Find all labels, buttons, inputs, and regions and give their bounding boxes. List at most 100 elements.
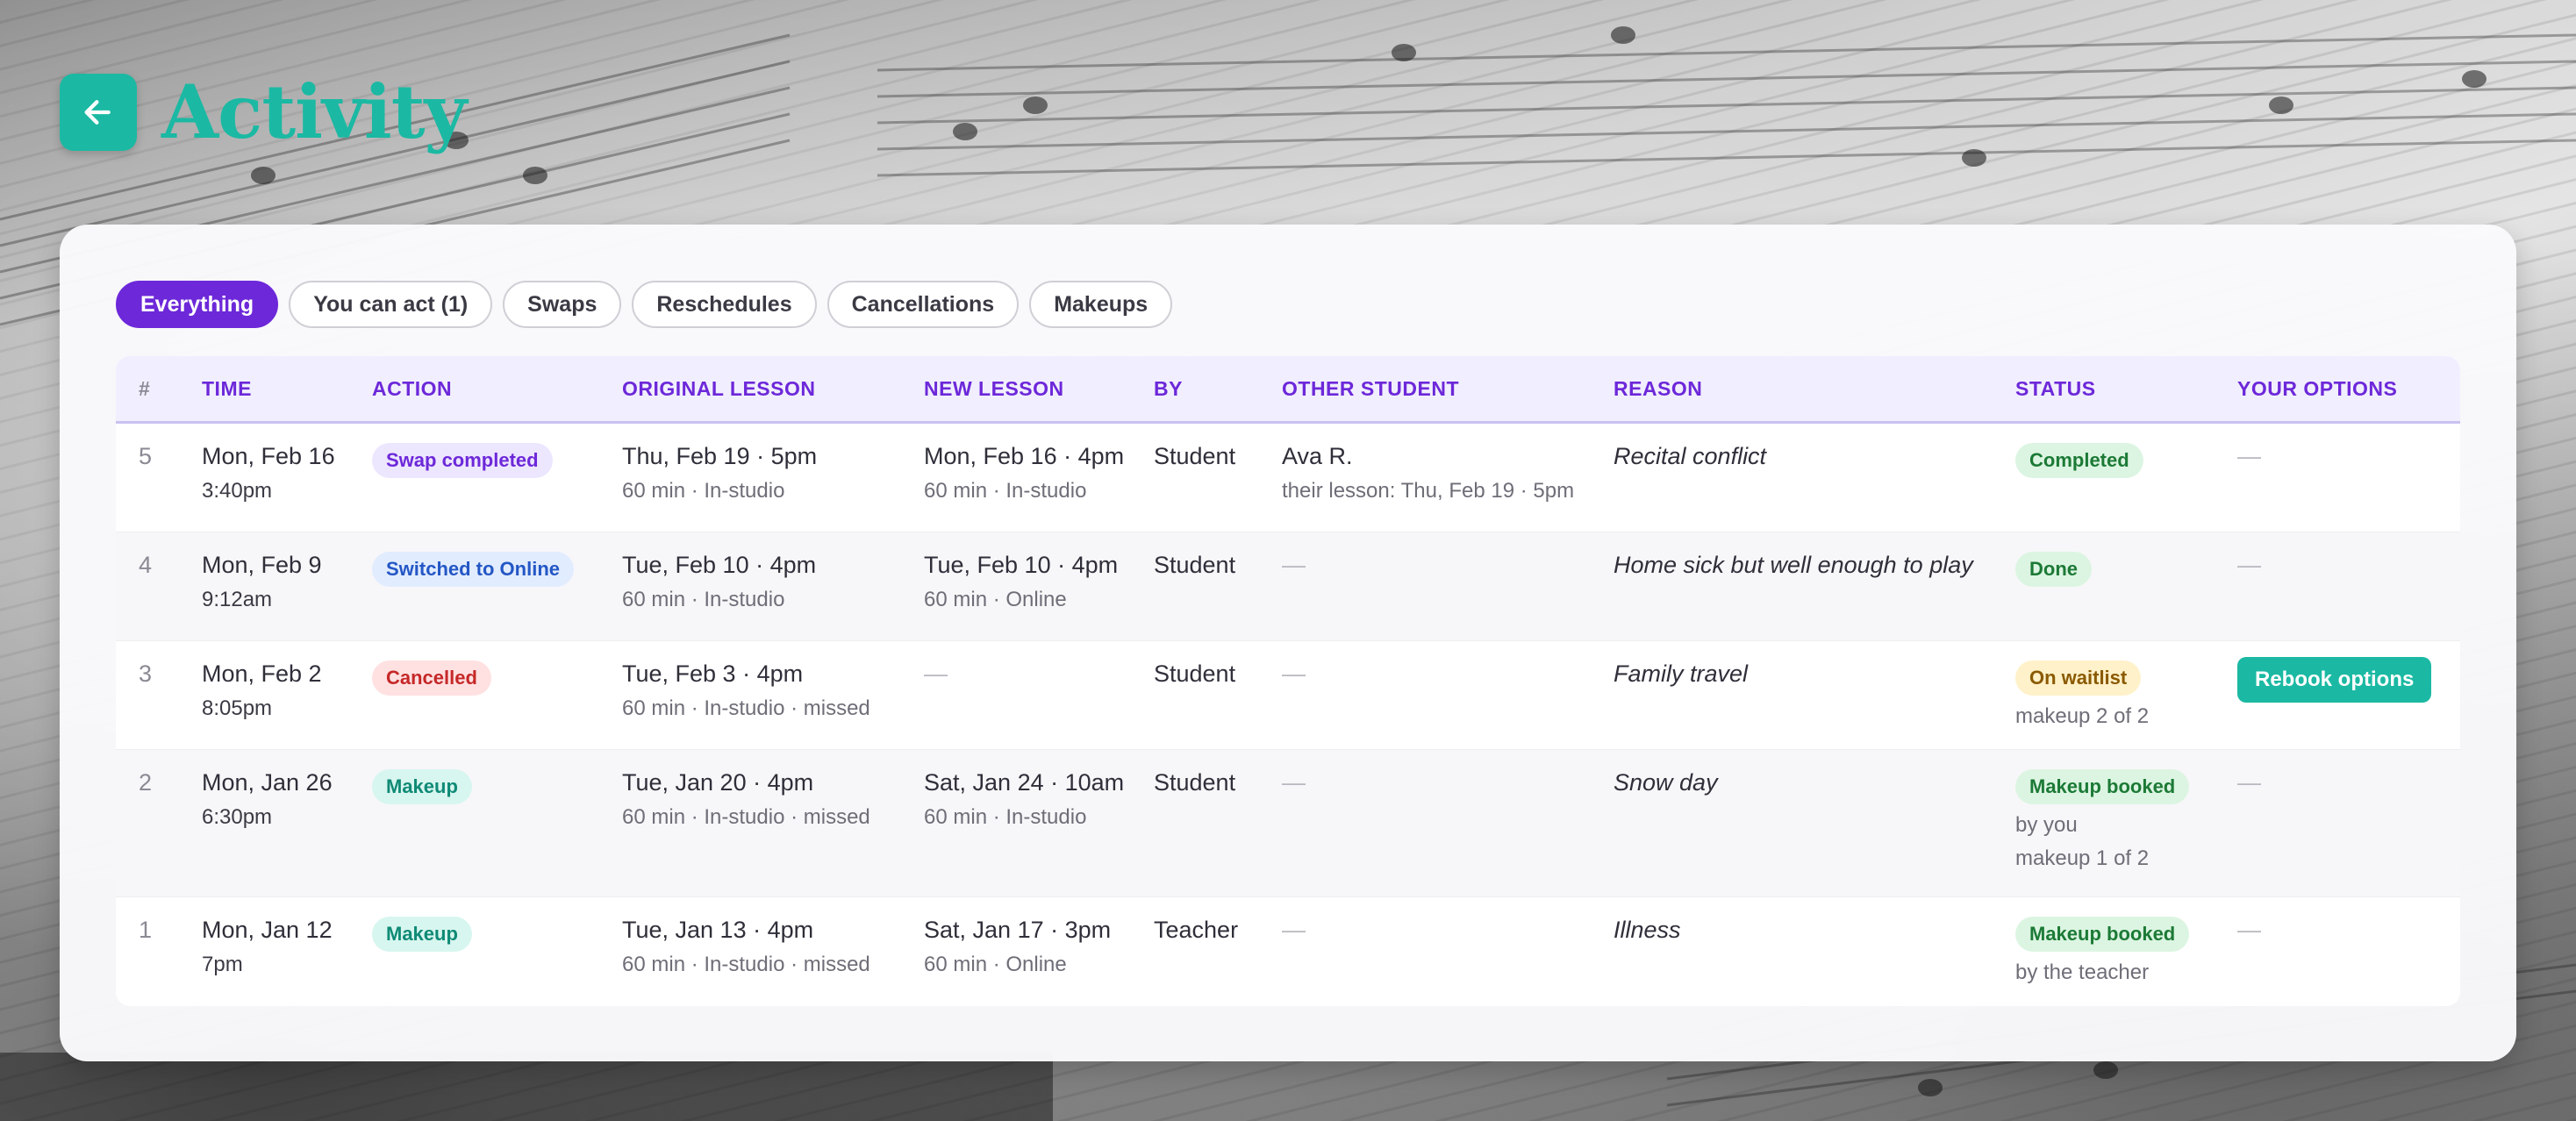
status-badge: Makeup booked: [2015, 769, 2190, 804]
row-number: 3: [139, 660, 153, 687]
new-lesson-details: 60 min · In-studio: [924, 479, 1087, 503]
original-lesson-details: 60 min · In-studio · missed: [622, 805, 870, 829]
reason-cell: Snow day: [1614, 769, 1718, 796]
action-cell: Switched to Online: [372, 532, 622, 587]
original-lesson-cell: Tue, Jan 13 · 4pm 60 min · In-studio · m…: [622, 897, 924, 977]
page-header: Activity: [60, 68, 467, 155]
original-lesson-text: Tue, Jan 20 · 4pm: [622, 769, 814, 796]
date-text: Mon, Feb 16: [202, 443, 335, 469]
time-cell: Mon, Feb 9 9:12am: [202, 532, 372, 612]
status-badge: Done: [2015, 552, 2092, 587]
table-row: 5 Mon, Feb 16 3:40pm Swap completed Thu,…: [116, 424, 2460, 532]
other-student-cell: Ava R. their lesson: Thu, Feb 19 · 5pm: [1282, 424, 1614, 503]
rebook-options-button[interactable]: Rebook options: [2237, 657, 2432, 703]
status-cell: Completed: [2015, 424, 2237, 478]
filter-reschedules[interactable]: Reschedules: [632, 281, 817, 328]
new-lesson-text: Sat, Jan 17 · 3pm: [924, 917, 1112, 943]
by-cell: Student: [1154, 552, 1236, 578]
column-header-other-student: OTHER STUDENT: [1282, 376, 1459, 400]
action-badge: Makeup: [372, 769, 472, 804]
new-lesson-text: Sat, Jan 24 · 10am: [924, 769, 1125, 796]
options-cell: —: [2237, 443, 2261, 469]
status-cell: Makeup booked by the teacher: [2015, 897, 2237, 985]
new-lesson-details: 60 min · In-studio: [924, 805, 1087, 829]
original-lesson-details: 60 min · In-studio: [622, 588, 785, 611]
page-title: Activity: [161, 68, 467, 155]
action-badge: Switched to Online: [372, 552, 575, 587]
reason-cell: Home sick but well enough to play: [1614, 552, 1973, 578]
time-text: 6:30pm: [202, 805, 273, 829]
by-cell: Teacher: [1154, 917, 1239, 943]
time-cell: Mon, Feb 16 3:40pm: [202, 424, 372, 503]
status-details: makeup 2 of 2: [2015, 704, 2150, 728]
action-cell: Cancelled: [372, 641, 622, 696]
other-student-name: Ava R.: [1282, 443, 1353, 469]
filter-chips: Everything You can act (1) Swaps Resched…: [116, 281, 1173, 328]
reason-cell: Recital conflict: [1614, 443, 1767, 469]
time-cell: Mon, Jan 12 7pm: [202, 897, 372, 977]
original-lesson-text: Thu, Feb 19 · 5pm: [622, 443, 818, 469]
date-text: Mon, Feb 2: [202, 660, 322, 687]
arrow-left-icon: [84, 100, 111, 125]
reason-cell: Illness: [1614, 917, 1681, 943]
time-cell: Mon, Jan 26 6:30pm: [202, 750, 372, 830]
original-lesson-details: 60 min · In-studio · missed: [622, 696, 870, 720]
time-text: 7pm: [202, 953, 243, 976]
filter-you-can-act[interactable]: You can act (1): [289, 281, 493, 328]
status-cell: On waitlist makeup 2 of 2: [2015, 641, 2237, 729]
filter-cancellations[interactable]: Cancellations: [826, 281, 1020, 328]
original-lesson-details: 60 min · In-studio: [622, 479, 785, 503]
reason-cell: Family travel: [1614, 660, 1749, 687]
activity-panel: Everything You can act (1) Swaps Resched…: [60, 225, 2516, 1061]
by-cell: Student: [1154, 769, 1236, 796]
table-row: 3 Mon, Feb 2 8:05pm Cancelled Tue, Feb 3…: [116, 641, 2460, 750]
new-lesson-cell: Sat, Jan 17 · 3pm 60 min · Online: [924, 897, 1154, 977]
other-student-cell: —: [1282, 917, 1306, 943]
original-lesson-text: Tue, Feb 10 · 4pm: [622, 552, 817, 578]
filter-everything[interactable]: Everything: [116, 281, 279, 328]
row-number: 4: [139, 552, 153, 578]
new-lesson-text: Mon, Feb 16 · 4pm: [924, 443, 1125, 469]
date-text: Mon, Feb 9: [202, 552, 322, 578]
filter-makeups[interactable]: Makeups: [1029, 281, 1173, 328]
original-lesson-cell: Tue, Feb 3 · 4pm 60 min · In-studio · mi…: [622, 641, 924, 721]
table-header: # TIME ACTION ORIGINAL LESSON NEW LESSON…: [116, 356, 2460, 424]
filter-swaps[interactable]: Swaps: [503, 281, 622, 328]
date-text: Mon, Jan 26: [202, 769, 333, 796]
original-lesson-cell: Tue, Feb 10 · 4pm 60 min · In-studio: [622, 532, 924, 612]
status-details: by you: [2015, 813, 2078, 837]
time-text: 8:05pm: [202, 696, 273, 720]
column-header-number: #: [139, 376, 151, 400]
new-lesson-details: 60 min · Online: [924, 588, 1067, 611]
by-cell: Student: [1154, 443, 1236, 469]
status-details: makeup 1 of 2: [2015, 846, 2150, 870]
action-cell: Swap completed: [372, 424, 622, 478]
column-header-your-options: YOUR OPTIONS: [2237, 376, 2398, 400]
action-badge: Makeup: [372, 917, 472, 952]
table-row: 2 Mon, Jan 26 6:30pm Makeup Tue, Jan 20 …: [116, 750, 2460, 897]
action-cell: Makeup: [372, 750, 622, 804]
original-lesson-text: Tue, Jan 13 · 4pm: [622, 917, 814, 943]
new-lesson-details: 60 min · Online: [924, 953, 1067, 976]
original-lesson-cell: Tue, Jan 20 · 4pm 60 min · In-studio · m…: [622, 750, 924, 830]
other-student-cell: —: [1282, 660, 1306, 687]
options-cell: —: [2237, 552, 2261, 578]
column-header-original-lesson: ORIGINAL LESSON: [622, 376, 816, 400]
other-student-cell: —: [1282, 552, 1306, 578]
status-badge: Makeup booked: [2015, 917, 2190, 952]
table-row: 1 Mon, Jan 12 7pm Makeup Tue, Jan 13 · 4…: [116, 897, 2460, 1006]
status-badge: Completed: [2015, 443, 2143, 478]
back-button[interactable]: [60, 74, 137, 151]
other-student-details: their lesson: Thu, Feb 19 · 5pm: [1282, 479, 1575, 503]
column-header-reason: REASON: [1614, 376, 1703, 400]
new-lesson-text: Tue, Feb 10 · 4pm: [924, 552, 1119, 578]
column-header-status: STATUS: [2015, 376, 2096, 400]
column-header-new-lesson: NEW LESSON: [924, 376, 1064, 400]
new-lesson-cell: Sat, Jan 24 · 10am 60 min · In-studio: [924, 750, 1154, 830]
other-student-cell: —: [1282, 769, 1306, 796]
row-number: 1: [139, 917, 153, 943]
original-lesson-text: Tue, Feb 3 · 4pm: [622, 660, 804, 687]
row-number: 5: [139, 443, 153, 469]
options-cell: —: [2237, 917, 2261, 943]
time-text: 3:40pm: [202, 479, 273, 503]
